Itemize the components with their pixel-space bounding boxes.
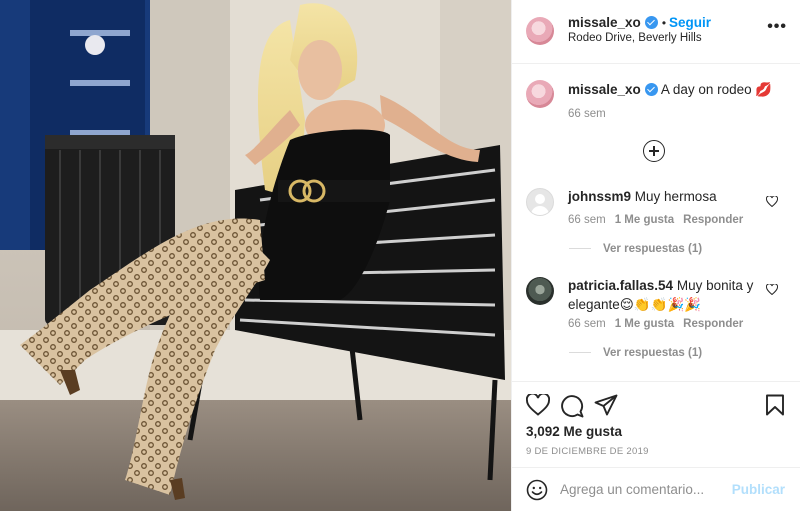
comment-input[interactable] bbox=[560, 476, 730, 502]
comment-time[interactable]: 66 sem bbox=[568, 318, 606, 330]
post-actions: 3,092 Me gusta 9 DE DICIEMBRE DE 2019 bbox=[512, 381, 800, 471]
more-options-icon[interactable]: ••• bbox=[767, 18, 787, 36]
comment-body: patricia.fallas.54 Muy bonita y elegante… bbox=[568, 276, 763, 314]
comment-form: Publicar bbox=[512, 467, 800, 511]
header-username[interactable]: missale_xo bbox=[568, 15, 641, 30]
follow-button[interactable]: Seguir bbox=[669, 15, 711, 30]
reply-button[interactable]: Responder bbox=[683, 214, 743, 226]
paper-plane-icon[interactable] bbox=[594, 394, 618, 416]
like-count[interactable]: 3,092 Me gusta bbox=[526, 424, 622, 439]
replies-divider bbox=[569, 248, 591, 250]
comment-body: johnssm9 Muy hermosa bbox=[568, 187, 758, 206]
publish-button[interactable]: Publicar bbox=[732, 482, 785, 497]
header-user-line: missale_xo • Seguir bbox=[568, 14, 711, 30]
comment-text: Muy hermosa bbox=[634, 189, 717, 204]
comment-username[interactable]: johnssm9 bbox=[568, 189, 631, 204]
avatar[interactable] bbox=[526, 17, 554, 45]
load-more-comments-icon[interactable] bbox=[643, 140, 665, 162]
post-image bbox=[0, 0, 511, 511]
caption-text: A day on rodeo 💋 bbox=[660, 82, 773, 97]
comment-meta: 66 sem 1 Me gusta Responder bbox=[568, 318, 752, 330]
comment-bubble-icon[interactable] bbox=[560, 394, 584, 418]
caption-avatar[interactable] bbox=[526, 80, 554, 108]
separator-dot: • bbox=[661, 16, 667, 30]
comment-meta: 66 sem 1 Me gusta Responder bbox=[568, 214, 752, 226]
caption-line: missale_xo A day on rodeo 💋 bbox=[568, 80, 772, 99]
replies-divider bbox=[569, 352, 591, 354]
comment-time[interactable]: 66 sem bbox=[568, 214, 606, 226]
bookmark-icon[interactable] bbox=[765, 394, 785, 416]
commenter-avatar[interactable] bbox=[526, 188, 554, 216]
verified-badge-icon bbox=[644, 83, 658, 96]
comment-heart-icon[interactable] bbox=[766, 284, 778, 295]
view-replies-button[interactable]: Ver respuestas (1) bbox=[569, 243, 702, 255]
post-header: missale_xo • Seguir Rodeo Drive, Beverly H… bbox=[512, 0, 800, 64]
commenter-avatar[interactable] bbox=[526, 277, 554, 305]
reply-button[interactable]: Responder bbox=[683, 318, 743, 330]
post-details-panel: missale_xo • Seguir Rodeo Drive, Beverly H… bbox=[511, 0, 800, 511]
smiley-icon[interactable] bbox=[526, 479, 548, 501]
caption-username[interactable]: missale_xo bbox=[568, 82, 641, 97]
heart-icon[interactable] bbox=[526, 394, 550, 416]
view-replies-label: Ver respuestas (1) bbox=[603, 347, 703, 359]
caption-time[interactable]: 66 sem bbox=[568, 108, 606, 120]
comment-username[interactable]: patricia.fallas.54 bbox=[568, 278, 673, 293]
verified-badge-icon bbox=[644, 16, 658, 29]
post-photo[interactable] bbox=[0, 0, 511, 511]
comment-likes[interactable]: 1 Me gusta bbox=[615, 214, 674, 226]
view-replies-label: Ver respuestas (1) bbox=[603, 243, 703, 255]
comment-heart-icon[interactable] bbox=[766, 196, 778, 207]
comment-likes[interactable]: 1 Me gusta bbox=[615, 318, 674, 330]
view-replies-button[interactable]: Ver respuestas (1) bbox=[569, 347, 702, 359]
post-date[interactable]: 9 DE DICIEMBRE DE 2019 bbox=[526, 446, 649, 457]
location-link[interactable]: Rodeo Drive, Beverly Hills bbox=[568, 32, 702, 44]
